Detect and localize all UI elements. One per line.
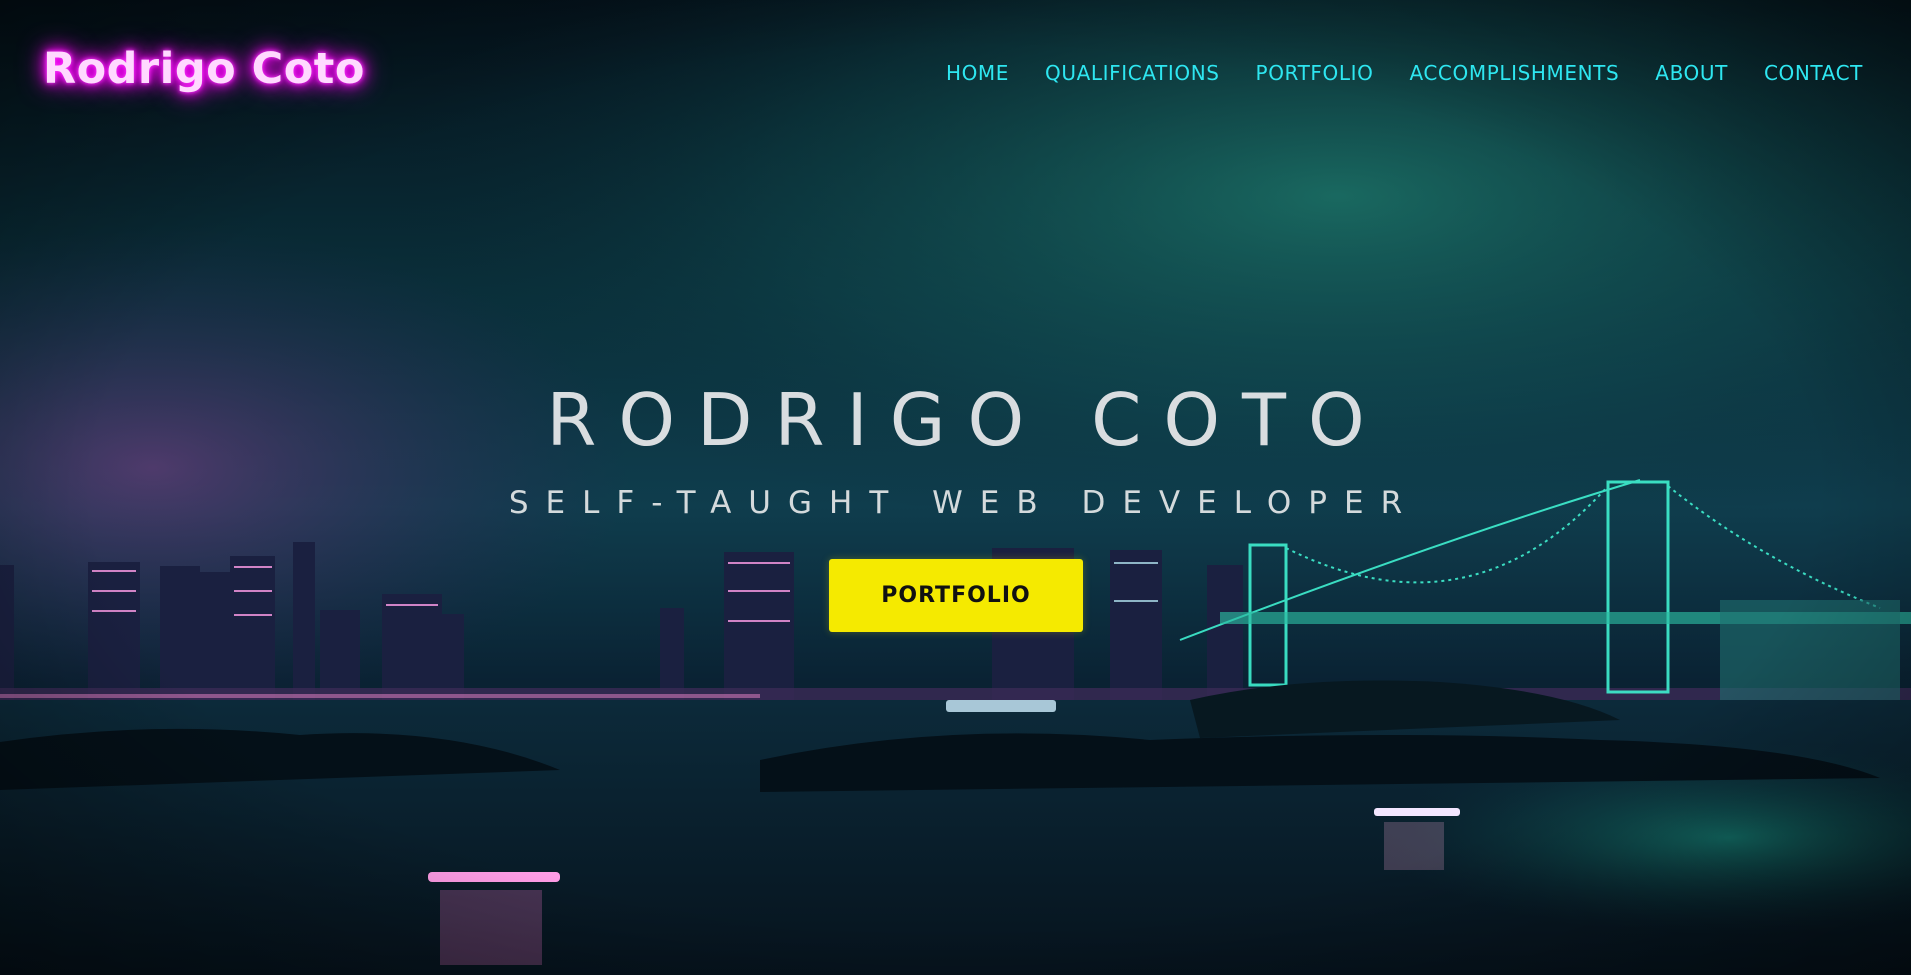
nav-home[interactable]: HOME [946,61,1009,85]
hero-subtitle: SELF-TAUGHT WEB DEVELOPER [508,485,1420,521]
site-header: Rodrigo Coto HOME QUALIFICATIONS PORTFOL… [0,0,1911,146]
nav-qualifications[interactable]: QUALIFICATIONS [1045,61,1220,85]
nav-portfolio[interactable]: PORTFOLIO [1256,61,1374,85]
site-logo[interactable]: Rodrigo Coto [43,44,365,94]
nav-about[interactable]: ABOUT [1655,61,1728,85]
portfolio-button[interactable]: PORTFOLIO [829,559,1083,632]
hero-title: RODRIGO COTO [546,378,1387,462]
nav-contact[interactable]: CONTACT [1764,61,1863,85]
nav-accomplishments[interactable]: ACCOMPLISHMENTS [1409,61,1619,85]
page: Rodrigo Coto HOME QUALIFICATIONS PORTFOL… [0,0,1911,975]
main-nav: HOME QUALIFICATIONS PORTFOLIO ACCOMPLISH… [946,61,1863,85]
